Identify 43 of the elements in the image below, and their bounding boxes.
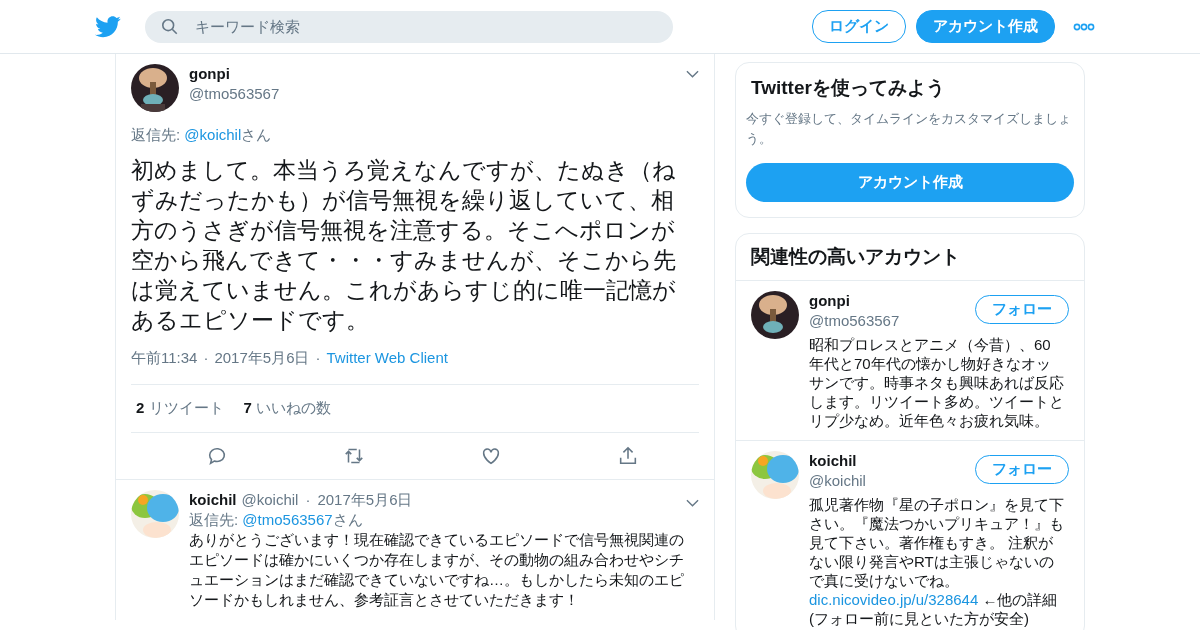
login-button[interactable]: ログイン	[812, 10, 906, 43]
user-handle[interactable]: @koichil	[241, 490, 299, 510]
follow-button[interactable]: フォロー	[975, 295, 1069, 324]
card-title: Twitterを使ってみよう	[751, 76, 946, 100]
source-link[interactable]: Twitter Web Client	[326, 349, 448, 368]
separator-dot: ·	[304, 490, 312, 510]
stat-link[interactable]: 2 リツイート	[136, 399, 224, 418]
share-icon[interactable]	[617, 445, 639, 467]
search-icon	[161, 17, 179, 36]
bio-text: 孤児著作物『星の子ポロン』を見て下さい。『魔法つかいプリキュア！』も見て下さい。著作権もすき。 注釈がない限り発言やRTは主張じゃないので真に受けないでね。 dic.nicovideo.jp/u/328644 ←他の詳細(フォロー前に見といた方が安全)	[809, 495, 1064, 628]
user-handle[interactable]: @tmo563567	[189, 84, 280, 104]
user-name[interactable]: koichil	[189, 490, 237, 510]
reply-to-text: 返信先: @tmo563567さん	[189, 510, 364, 530]
tweet-date[interactable]: 2017年5月6日	[214, 349, 310, 368]
reply-icon[interactable]	[206, 445, 228, 467]
user-name[interactable]: koichil	[809, 451, 866, 471]
search-field[interactable]: キーワード検索	[145, 10, 673, 43]
heart-icon[interactable]	[480, 445, 502, 467]
tweet-time[interactable]: 午前11:34	[131, 349, 198, 368]
reply-text: ありがとうございます！現在確認できているエピソードで信号無視関連のエピソードは確かにいくつか存在しますが、その動物の組み合わせやシチュエーションはまだ確認できていないですね…。もしかしたら未知のエピソードかもしれません、参考証言とさせていただきます！	[189, 530, 684, 610]
card-text: 今すぐ登録して、タイムラインをカスタマイズしましょう。	[746, 110, 1072, 148]
mention-link[interactable]: @tmo563567	[242, 511, 333, 528]
chevron-icon[interactable]	[686, 499, 699, 507]
chevron-icon[interactable]	[686, 70, 699, 78]
separator-dot: ·	[202, 349, 210, 368]
bio-link[interactable]: dic.nicovideo.jp/u/328644	[809, 591, 979, 608]
user-name[interactable]: gonpi	[189, 64, 280, 84]
separator-dot: ·	[314, 349, 322, 368]
tweet-text: 初めまして。本当うろ覚えなんですが、たぬき（ねずみだったかも）が信号無視を繰り返していて、相方のうさぎが信号無視を注意する。そこへポロンが空から飛んできて・・・すみませんが、そこから先は覚えていません。これがあらすじ的に唯一記憶があるエピソードです。	[131, 156, 677, 335]
card-title: 関連性の高いアカウント	[736, 234, 1084, 281]
more-icon[interactable]	[1073, 22, 1095, 31]
stat-link[interactable]: 7 いいねの数	[243, 399, 332, 418]
user-handle[interactable]: @tmo563567	[809, 311, 900, 331]
bio-text: 昭和プロレスとアニメ（今昔）、60年代と70年代の懐かし物好きなオッサンです。時事ネタも興味あれば反応します。リツイート多め。ツイートとリプ少なめ。近年色々お疲れ気味。	[809, 335, 1064, 430]
reply-to-text: 返信先: @koichilさん	[131, 126, 273, 145]
signup-button[interactable]: アカウント作成	[746, 163, 1074, 202]
signup-button[interactable]: アカウント作成	[916, 10, 1055, 43]
user-handle[interactable]: @koichil	[809, 471, 866, 491]
user-name[interactable]: gonpi	[809, 291, 900, 311]
follow-button[interactable]: フォロー	[975, 455, 1069, 484]
mention-link[interactable]: @koichil	[184, 126, 242, 143]
tweet-date[interactable]: 2017年5月6日	[317, 490, 413, 510]
bird-logo-icon[interactable]	[95, 15, 121, 38]
